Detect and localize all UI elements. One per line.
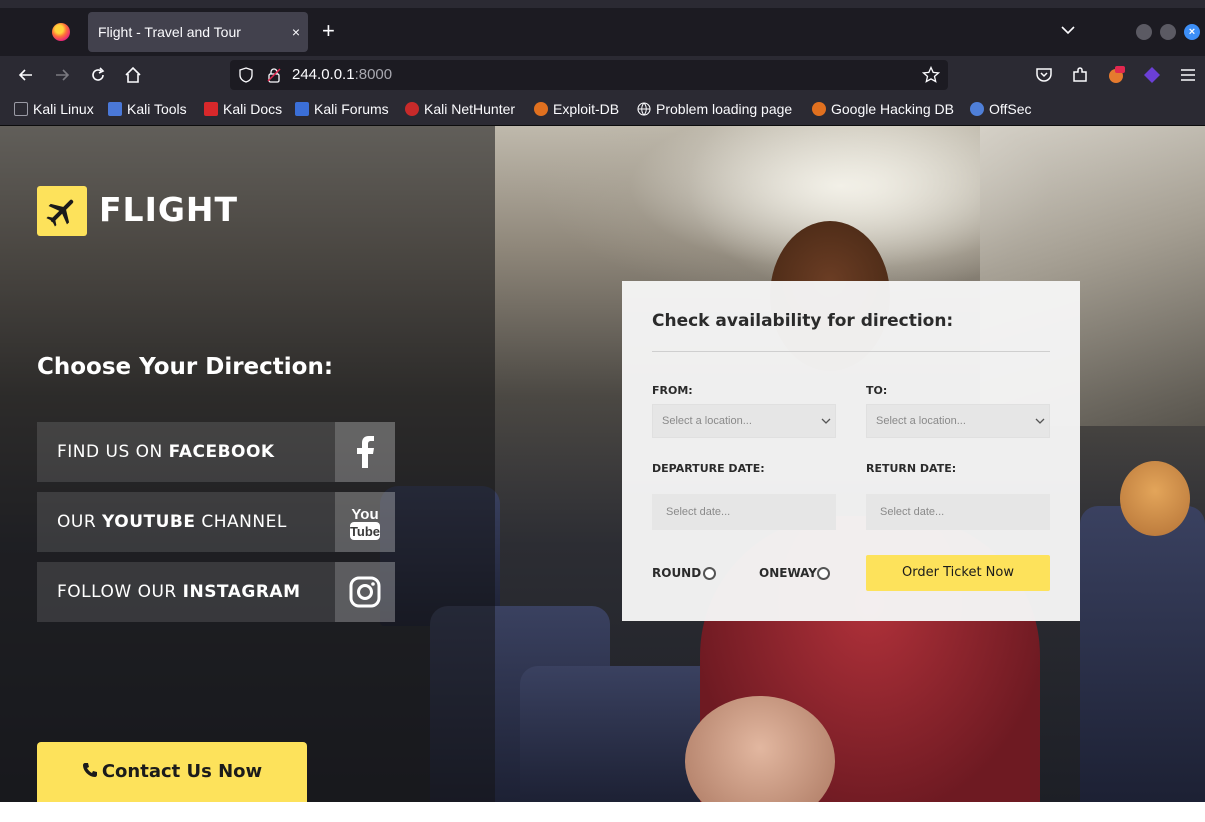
svg-text:Tube: Tube — [350, 524, 380, 539]
round-radio[interactable] — [703, 567, 716, 580]
background-passenger-head — [1120, 461, 1190, 536]
choose-direction-heading: Choose Your Direction: — [37, 354, 334, 380]
bookmark-kali-forums[interactable]: Kali Forums — [295, 94, 389, 125]
ghdb-icon — [812, 102, 826, 116]
back-arrow-icon[interactable] — [16, 65, 36, 85]
departure-date-input[interactable]: Select date... — [652, 494, 836, 530]
extension-cube-icon[interactable] — [1142, 65, 1162, 85]
youtube-icon-box: You Tube — [335, 492, 395, 552]
extension-fox-icon[interactable] — [1106, 65, 1126, 85]
from-label: FROM: — [652, 384, 693, 397]
chevron-down-icon — [821, 418, 831, 424]
page-bottom-strip — [0, 802, 1205, 822]
facebook-icon-box — [335, 422, 395, 482]
phone-icon — [82, 763, 97, 777]
airplane-icon — [46, 199, 74, 227]
chevron-down-icon[interactable] — [1060, 22, 1076, 38]
contact-us-button[interactable]: Contact Us Now — [37, 742, 307, 802]
oneway-radio[interactable] — [817, 567, 830, 580]
firefox-menu-icon[interactable] — [52, 23, 70, 41]
facebook-link[interactable]: FIND US ON FACEBOOK — [37, 422, 395, 482]
instagram-icon-box — [335, 562, 395, 622]
facebook-link-label: FIND US ON FACEBOOK — [57, 442, 275, 462]
youtube-link[interactable]: OUR YOUTUBE CHANNEL You Tube — [37, 492, 395, 552]
departure-date-label: DEPARTURE DATE: — [652, 462, 765, 475]
forward-arrow-icon[interactable] — [52, 65, 72, 85]
departure-date-placeholder: Select date... — [666, 506, 731, 518]
bookmark-kali-nethunter[interactable]: Kali NetHunter — [405, 94, 515, 125]
instagram-link-label: FOLLOW OUR INSTAGRAM — [57, 582, 301, 602]
kali-nethunter-icon — [405, 102, 419, 116]
contact-us-label: Contact Us Now — [101, 761, 263, 782]
instagram-icon — [349, 576, 381, 608]
close-window-icon[interactable]: × — [1184, 24, 1200, 40]
pocket-icon[interactable] — [1034, 65, 1054, 85]
bookmark-kali-tools[interactable]: Kali Tools — [108, 94, 187, 125]
from-select[interactable]: Select a location... — [652, 404, 836, 438]
tab-title: Flight - Travel and Tour — [98, 24, 241, 40]
oneway-label: ONEWAY — [759, 566, 817, 580]
browser-navigation-bar: 244.0.0.1:8000 — [0, 56, 1205, 94]
bookmark-problem-loading-page[interactable]: Problem loading page — [637, 94, 792, 125]
order-ticket-button[interactable]: Order Ticket Now — [866, 555, 1050, 591]
kali-dragon-icon — [14, 102, 28, 116]
instagram-link[interactable]: FOLLOW OUR INSTAGRAM — [37, 562, 395, 622]
round-label: ROUND — [652, 566, 702, 580]
home-icon[interactable] — [123, 65, 143, 85]
return-date-input[interactable]: Select date... — [866, 494, 1050, 530]
kali-tools-icon — [108, 102, 122, 116]
reload-icon[interactable] — [88, 65, 108, 85]
form-title: Check availability for direction: — [652, 311, 954, 331]
offsec-icon — [970, 102, 984, 116]
to-select[interactable]: Select a location... — [866, 404, 1050, 438]
hamburger-menu-icon[interactable] — [1178, 65, 1198, 85]
tab-close-icon[interactable]: × — [292, 12, 300, 52]
minimize-window-icon[interactable] — [1136, 24, 1152, 40]
from-select-value: Select a location... — [662, 415, 752, 427]
url-host: 244.0.0.1 — [292, 66, 355, 83]
new-tab-icon[interactable]: + — [322, 20, 335, 42]
tab-flight[interactable]: Flight - Travel and Tour × — [88, 12, 308, 52]
bookmarks-toolbar: Kali Linux Kali Tools Kali Docs Kali For… — [0, 94, 1205, 126]
insecure-lock-icon[interactable] — [266, 67, 282, 83]
shield-icon[interactable] — [238, 67, 254, 83]
logo-badge — [37, 186, 87, 236]
to-select-value: Select a location... — [876, 415, 966, 427]
bookmark-kali-linux[interactable]: Kali Linux — [14, 94, 94, 125]
to-label: TO: — [866, 384, 888, 397]
url-bar[interactable]: 244.0.0.1:8000 — [230, 60, 948, 90]
bookmark-kali-docs[interactable]: Kali Docs — [204, 94, 282, 125]
title-strip — [0, 0, 1205, 8]
maximize-window-icon[interactable] — [1160, 24, 1176, 40]
form-divider — [652, 351, 1050, 352]
kali-docs-icon — [204, 102, 218, 116]
extensions-puzzle-icon[interactable] — [1070, 65, 1090, 85]
globe-icon — [637, 102, 651, 116]
exploit-db-icon — [534, 102, 548, 116]
logo-text: FLIGHT — [99, 190, 239, 229]
hero-section: FLIGHT Choose Your Direction: FIND US ON… — [0, 126, 1205, 802]
url-port: :8000 — [354, 66, 393, 83]
facebook-icon — [357, 436, 374, 468]
youtube-icon: You Tube — [350, 506, 380, 540]
youtube-link-label: OUR YOUTUBE CHANNEL — [57, 512, 287, 532]
return-date-placeholder: Select date... — [880, 506, 945, 518]
chevron-down-icon — [1035, 418, 1045, 424]
browser-tab-bar: Flight - Travel and Tour × + × — [0, 0, 1205, 56]
background-seat — [1080, 506, 1205, 802]
bookmark-star-icon[interactable] — [922, 66, 940, 84]
return-date-label: RETURN DATE: — [866, 462, 957, 475]
bookmark-offsec[interactable]: OffSec — [970, 94, 1032, 125]
availability-form: Check availability for direction: FROM: … — [622, 281, 1080, 621]
bookmark-google-hacking-db[interactable]: Google Hacking DB — [812, 94, 954, 125]
svg-text:You: You — [351, 506, 378, 523]
kali-forums-icon — [295, 102, 309, 116]
bookmark-exploit-db[interactable]: Exploit-DB — [534, 94, 619, 125]
url-text: 244.0.0.1:8000 — [292, 60, 392, 90]
